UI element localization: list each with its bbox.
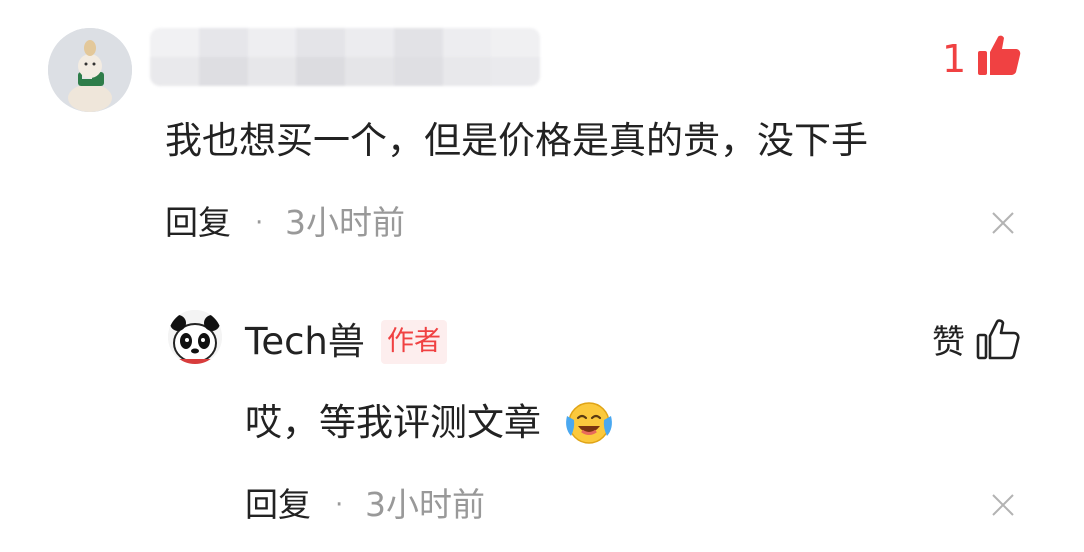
reply-reply-button[interactable]: 回复 (245, 484, 311, 526)
reply-text: 哎，等我评测文章 (245, 401, 541, 444)
close-icon[interactable] (990, 210, 1016, 236)
thumbs-up-outline-icon[interactable] (975, 316, 1021, 362)
crying-laughing-emoji-icon (563, 400, 615, 446)
commenter-avatar[interactable] (48, 28, 132, 112)
reply-timestamp: 3小时前 (365, 485, 485, 524)
comment-reply-button[interactable]: 回复 (165, 202, 231, 244)
reply-like-label[interactable]: 赞 (932, 320, 965, 364)
thumbs-up-filled-icon[interactable] (976, 32, 1022, 78)
comment-like-count: 1 (942, 37, 967, 81)
panda-avatar-icon (168, 310, 222, 364)
close-icon[interactable] (990, 492, 1016, 518)
comment-thread: 1 我也想买一个，但是价格是真的贵，没下手 回复 · 3小时前 Tech兽 作者… (0, 0, 1084, 552)
comment-text: 我也想买一个，但是价格是真的贵，没下手 (165, 119, 868, 162)
meta-separator: · (335, 490, 344, 520)
author-badge: 作者 (381, 320, 447, 364)
comment-timestamp: 3小时前 (285, 203, 405, 242)
commenter-username-blurred[interactable] (150, 28, 540, 86)
author-avatar[interactable] (168, 310, 222, 364)
avatar-figure-icon (48, 28, 132, 112)
meta-separator: · (255, 208, 264, 238)
author-name[interactable]: Tech兽 (245, 319, 365, 365)
